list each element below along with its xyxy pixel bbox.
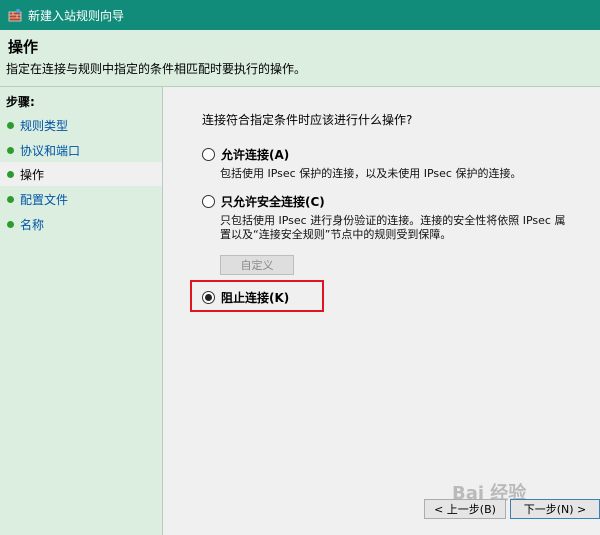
sidebar-item-label: 名称 [20, 217, 45, 232]
firewall-icon [8, 8, 22, 22]
sidebar-item-label: 协议和端口 [20, 143, 81, 158]
next-button[interactable]: 下一步(N) > [510, 499, 600, 519]
allow-secure-description-line2: 置以及“连接安全规则”节点中的规则受到保障。 [220, 228, 452, 241]
allow-description: 包括使用 IPsec 保护的连接，以及未使用 IPsec 保护的连接。 [220, 167, 522, 180]
customize-button[interactable]: 自定义 [220, 255, 294, 275]
sidebar-item-label: 规则类型 [20, 118, 69, 133]
sidebar-item-rule-type[interactable]: 规则类型 [0, 113, 162, 137]
sidebar-item-protocol-port[interactable]: 协议和端口 [0, 138, 162, 162]
option-block[interactable]: 阻止连接(K) [202, 289, 289, 306]
sidebar-item-name[interactable]: 名称 [0, 212, 162, 236]
window-title: 新建入站规则向导 [28, 8, 125, 23]
step-bullet-icon [7, 121, 14, 129]
page-header: 操作 指定在连接与规则中指定的条件相匹配时要执行的操作。 [0, 30, 600, 87]
block-radio[interactable] [202, 291, 215, 304]
allow-label: 允许连接(A) [221, 148, 290, 162]
allow-secure-label: 只允许安全连接(C) [221, 195, 325, 209]
back-button[interactable]: < 上一步(B) [424, 499, 506, 519]
steps-label: 步骤: [6, 95, 35, 109]
action-question: 连接符合指定条件时应该进行什么操作? [202, 113, 413, 127]
sidebar-item-profile[interactable]: 配置文件 [0, 187, 162, 211]
page-description: 指定在连接与规则中指定的条件相匹配时要执行的操作。 [6, 62, 307, 76]
steps-sidebar: 步骤: 规则类型 协议和端口 操作 配置文件 名称 [0, 87, 163, 535]
title-bar: 新建入站规则向导 [0, 0, 600, 30]
option-allow[interactable]: 允许连接(A) [202, 146, 289, 163]
step-bullet-icon [7, 220, 14, 228]
step-bullet-icon [7, 170, 14, 178]
main-content: 连接符合指定条件时应该进行什么操作? 允许连接(A) 包括使用 IPsec 保护… [164, 87, 600, 535]
sidebar-item-label: 配置文件 [20, 192, 69, 207]
option-allow-secure[interactable]: 只允许安全连接(C) [202, 193, 325, 210]
allow-radio[interactable] [202, 148, 215, 161]
sidebar-item-label: 操作 [20, 167, 45, 182]
step-bullet-icon [7, 146, 14, 154]
allow-secure-radio[interactable] [202, 195, 215, 208]
page-title: 操作 [8, 38, 39, 56]
step-bullet-icon [7, 195, 14, 203]
block-label: 阻止连接(K) [221, 291, 290, 305]
sidebar-item-action[interactable]: 操作 [0, 162, 162, 186]
